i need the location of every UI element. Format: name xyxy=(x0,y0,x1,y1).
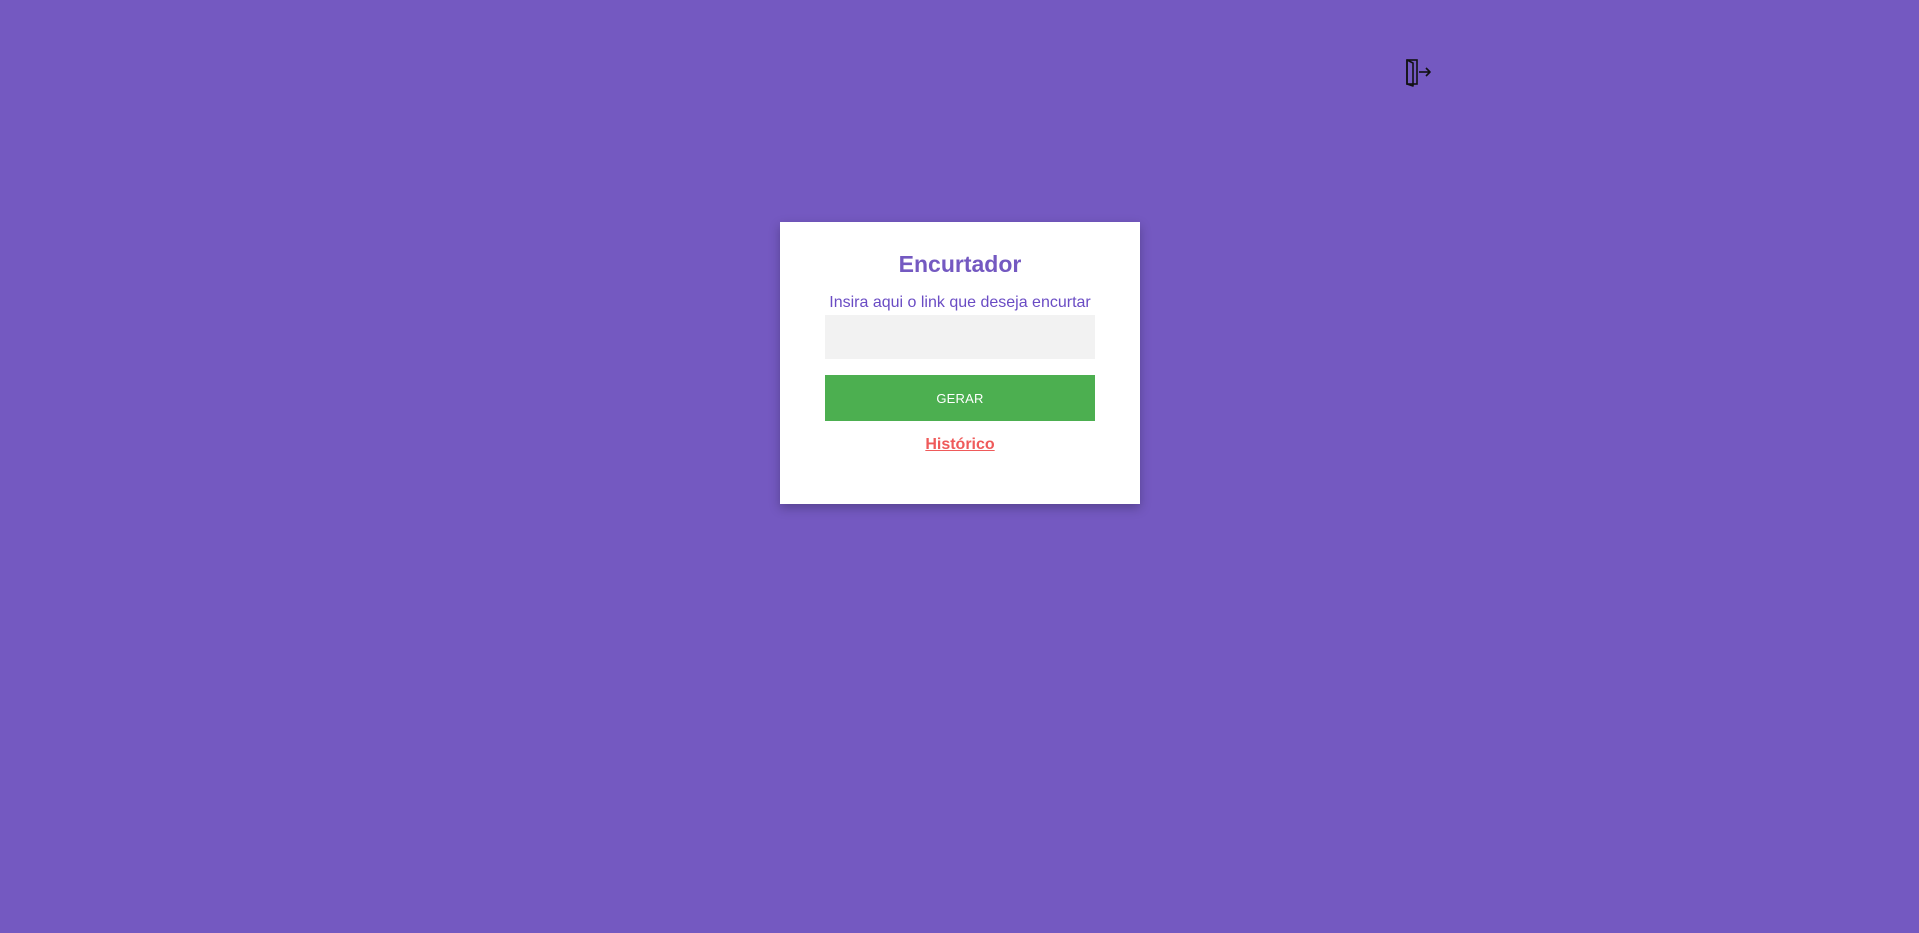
history-link[interactable]: Histórico xyxy=(925,436,994,454)
logout-icon xyxy=(1403,57,1433,92)
link-input-label: Insira aqui o link que deseja encurtar xyxy=(829,294,1091,311)
generate-button[interactable]: GERAR xyxy=(825,375,1095,421)
link-input[interactable] xyxy=(825,315,1095,359)
logout-button[interactable] xyxy=(1402,58,1434,90)
page-title: Encurtador xyxy=(898,251,1022,277)
shortener-card: Encurtador Insira aqui o link que deseja… xyxy=(780,222,1140,504)
